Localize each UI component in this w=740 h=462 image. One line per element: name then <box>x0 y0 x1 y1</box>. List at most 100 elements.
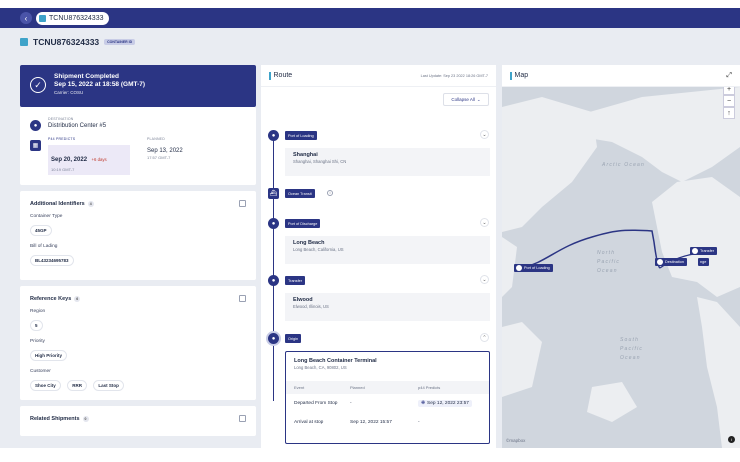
last-update: Last Update: Sep 23 2022 18:26 GMT-7 <box>420 73 488 78</box>
events-table: Event Planned p44 Predicts Departed From… <box>286 381 489 432</box>
terminal-name: Long Beach Container Terminal <box>294 358 377 364</box>
zoom-out-button[interactable]: − <box>723 95 735 107</box>
column-header: p44 Predicts <box>418 385 441 390</box>
info-icon[interactable]: i <box>728 436 735 443</box>
expand-icon[interactable]: ⤢ <box>726 72 732 80</box>
calendar-icon: ▦ <box>30 140 41 151</box>
planned-time: 17:57 GMT-7 <box>147 155 171 160</box>
ship-icon: ⛴ <box>268 188 279 199</box>
map-canvas[interactable]: + − ↑ Arctic Ocean North Pacific Ocean S… <box>502 87 740 448</box>
stop-location: Shanghai Shanghai, Shanghai Shi, CN <box>285 148 490 176</box>
ocean-label: Arctic Ocean <box>602 162 646 168</box>
map-marker-port-of-loading[interactable]: Port of Loading <box>514 264 553 272</box>
map-panel: Map ⤢ + − ↑ Arctic Ocean North Pacific O… <box>502 65 740 448</box>
tab-label: TCNU876324333 <box>49 14 104 22</box>
table-row: Arrival at stop Sep 12, 2022 15:57 - <box>286 413 489 432</box>
ocean-label: Pacific <box>620 346 644 352</box>
location-address: Long Beach, California, US <box>293 247 344 252</box>
planned-date: Sep 13, 2022 <box>147 148 183 154</box>
identifiers-title: Additional Identifiers 4 <box>30 200 94 207</box>
related-title: Related Shipments 0 <box>30 415 89 422</box>
route-timeline-line <box>273 131 274 401</box>
ocean-label: North <box>597 250 616 256</box>
related-count: 0 <box>82 415 89 422</box>
p44-icon: ⁜ <box>421 401 426 406</box>
predicts-cell: - <box>418 420 420 425</box>
stop-badge: Ocean Transit <box>285 189 315 198</box>
chevron-up-icon[interactable]: ⌃ <box>480 333 489 342</box>
chevron-down-icon[interactable]: ⌄ <box>480 130 489 139</box>
map-marker-transfer[interactable]: Transfer <box>690 247 717 255</box>
column-header: Event <box>294 385 305 390</box>
map-title: Map <box>510 71 528 80</box>
tab-pill[interactable]: TCNU876324333 <box>36 11 110 25</box>
stop-location: Elwood Elwood, Illinois, US <box>285 293 490 321</box>
predicted-delta: +6 days <box>91 157 107 162</box>
collapse-all-button[interactable]: Collapse All ⌄ <box>443 93 489 106</box>
check-icon: ✓ <box>30 77 46 93</box>
status-datetime: Sep 15, 2022 at 18:58 (GMT-7) <box>54 81 146 88</box>
compass-button[interactable]: ↑ <box>723 107 735 119</box>
location-pin-icon: ● <box>30 120 41 131</box>
location-name: Elwood <box>293 297 313 303</box>
customer-chip: RRR <box>67 380 87 391</box>
related-shipments-card: Related Shipments 0 <box>20 406 256 436</box>
location-address: Shanghai, Shanghai Shi, CN <box>293 159 347 164</box>
bol-chip: BL43234695783 <box>30 255 74 266</box>
app-frame: ‹ TCNU876324333 TCNU876324333 CONTAINER … <box>0 8 740 448</box>
page-title: TCNU876324333 <box>33 37 100 47</box>
predicted-date: Sep 20, 2022 <box>51 157 88 163</box>
customer-chip: Last Stop <box>93 380 124 391</box>
copy-icon[interactable] <box>239 415 246 422</box>
table-header: Event Planned p44 Predicts <box>286 381 489 394</box>
zoom-in-button[interactable]: + <box>723 87 735 95</box>
info-icon[interactable]: i <box>327 190 333 196</box>
customer-chip: Shoe City <box>30 380 61 391</box>
location-name: Shanghai <box>293 152 318 158</box>
location-pin-icon: ● <box>268 333 279 344</box>
status-carrier: Carrier: COSU <box>54 90 84 95</box>
planned-cell: - <box>350 401 352 406</box>
identifiers-count: 4 <box>87 200 94 207</box>
location-name: Long Beach <box>293 240 325 246</box>
route-panel: Route Last Update: Sep 23 2022 18:26 GMT… <box>261 65 496 448</box>
destination-label: DESTINATION <box>48 117 74 121</box>
ocean-label: Ocean <box>597 268 618 274</box>
location-address: Elwood, Illinois, US <box>293 304 329 309</box>
stop-badge: Port of Discharge <box>285 219 321 228</box>
column-header: Planned <box>350 385 365 390</box>
copy-icon[interactable] <box>239 200 246 207</box>
chevron-down-icon[interactable]: ⌄ <box>480 218 489 227</box>
copy-icon[interactable] <box>239 295 246 302</box>
mapbox-logo: ©mapbox <box>506 438 526 443</box>
event-cell: Arrival at stop <box>294 420 324 425</box>
chevron-down-icon[interactable]: ⌄ <box>480 275 489 284</box>
container-id-tag: CONTAINER ID <box>104 39 136 45</box>
map-marker-destination[interactable]: Destination <box>655 258 687 266</box>
map-marker-overlap: nge <box>698 258 710 266</box>
page-header: TCNU876324333 CONTAINER ID <box>20 37 136 47</box>
location-pin-icon: ● <box>268 130 279 141</box>
top-bar: ‹ TCNU876324333 <box>0 8 740 28</box>
stop-badge: Transfer <box>285 276 305 285</box>
container-type-chip: 45GP <box>30 225 52 236</box>
status-title: Shipment Completed <box>54 73 120 80</box>
predicted-time: 10:19 GMT-7 <box>51 167 75 172</box>
container-icon <box>39 14 46 22</box>
stop-location: Long Beach Long Beach, California, US <box>285 236 490 264</box>
destination-card: ● DESTINATION Distribution Center #5 ▦ p… <box>20 107 256 185</box>
additional-identifiers-card: Additional Identifiers 4 Container Type 4… <box>20 191 256 280</box>
back-button[interactable]: ‹ <box>20 12 32 24</box>
event-cell: Departed From Stop <box>294 401 338 406</box>
predicted-box: Sep 20, 2022 +6 days 10:19 GMT-7 <box>48 145 130 175</box>
terminal-address: Long Beach, CA, 90802, US <box>294 365 347 370</box>
terminal-details: Long Beach Container Terminal Long Beach… <box>285 351 490 444</box>
reference-keys-card: Reference Keys 6 Region 5 Priority High P… <box>20 286 256 400</box>
shipment-summary-column: ✓ Shipment Completed Sep 15, 2022 at 18:… <box>20 65 256 436</box>
shipment-tab[interactable]: ‹ TCNU876324333 <box>20 11 110 25</box>
container-icon <box>20 38 28 46</box>
reference-keys-title: Reference Keys 6 <box>30 295 81 302</box>
stop-badge: Origin <box>285 334 302 343</box>
status-banner: ✓ Shipment Completed Sep 15, 2022 at 18:… <box>20 65 256 107</box>
table-row: Departed From Stop - ⁜ Sep 12, 2022 23:57 <box>286 394 489 413</box>
